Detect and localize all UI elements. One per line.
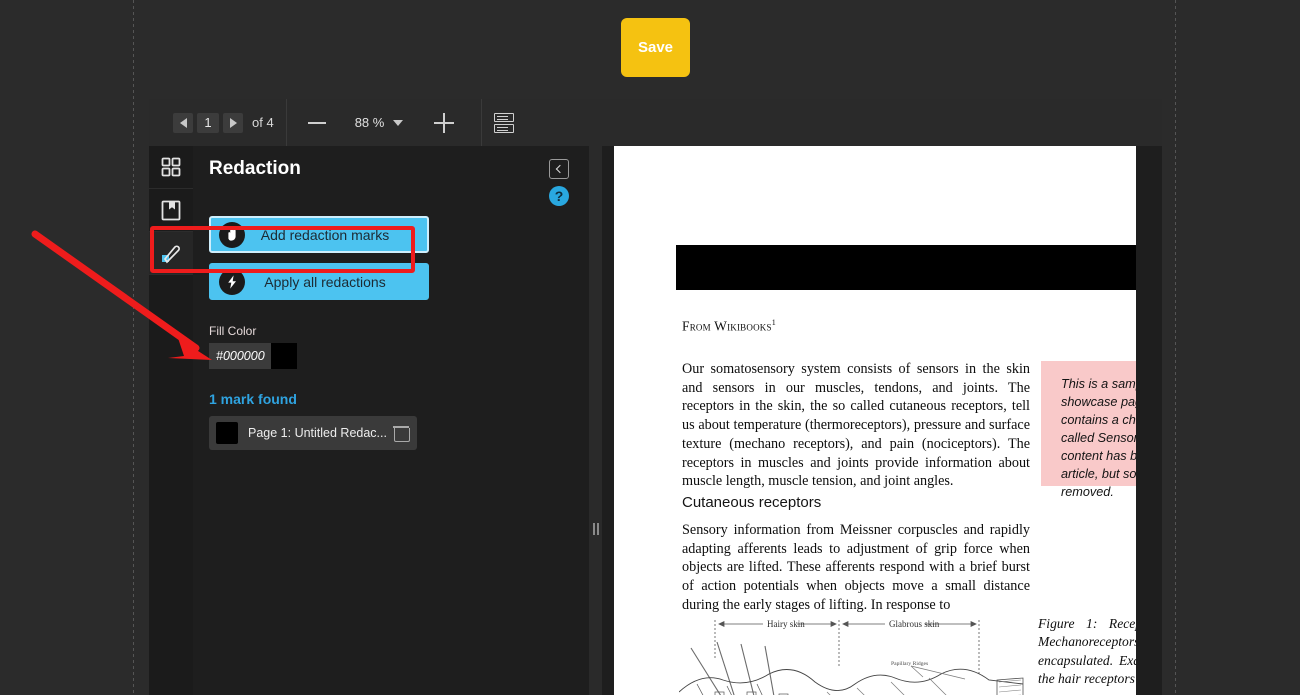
rail-item-bookmarks[interactable] [149,189,193,232]
footnote-marker: 1 [771,318,776,327]
total-pages-label: of 4 [252,115,274,130]
pdf-editor-window: 1 of 4 88 % Redaction ? Add redaction ma… [149,99,1162,695]
page-title: Redaction [209,158,301,179]
callout-text: This is a sample document to showcase pa… [1061,377,1136,500]
figure-label-papillary-ridges: Papillary Ridges [891,661,928,667]
hand-stop-icon [219,221,245,248]
fill-color-label: Fill Color [209,324,257,338]
figure-label-glabrous-skin: Glabrous skin [889,619,940,629]
next-page-button[interactable] [223,112,243,133]
apply-all-redactions-button[interactable]: Apply all redactions [209,263,429,300]
triangle-left-icon [179,117,187,128]
skin-receptors-diagram: Hairy skin Glabrous skin Papillary Ridge… [678,619,1024,695]
document-heading-cutaneous-receptors: Cutaneous receptors [682,494,822,511]
zoom-out-button[interactable] [305,111,329,135]
add-redaction-marks-label: Add redaction marks [260,226,390,243]
document-figure-1: Hairy skin Glabrous skin Papillary Ridge… [678,614,1024,695]
document-source-line: From Wikibooks1 [682,318,776,335]
current-page-input[interactable]: 1 [197,112,219,133]
list-item[interactable]: Page 1: Untitled Redac... [209,416,417,450]
document-callout-box: This is a sample document to showcase pa… [1041,361,1136,499]
panel-actions: Add redaction marks Apply all redactions [193,206,589,300]
app-window: Save 1 of 4 88 % Redaction ? Add redacti… [0,0,1300,695]
zoom-group: 88 % [287,99,470,146]
panel-splitter[interactable] [589,146,602,695]
marks-found-label: 1 mark found [209,391,297,407]
page-layout-icon[interactable] [494,112,515,133]
fill-color-swatch[interactable] [271,343,297,369]
tool-rail [149,146,193,695]
zoom-in-button[interactable] [431,110,457,136]
triangle-right-icon [229,117,237,128]
fill-color-input[interactable] [209,343,271,369]
mark-name-label: Page 1: Untitled Redac... [248,426,387,440]
figure-caption: Figure 1: Receptors in the human skin: M… [1038,616,1136,687]
collapse-panel-button[interactable] [549,159,569,179]
figure-label-hairy-skin: Hairy skin [767,619,805,629]
redaction-mark-title[interactable] [676,245,1136,290]
panel-header: Redaction [193,146,589,180]
pdf-page-1[interactable]: From Wikibooks1 Our somatosensory system… [614,146,1136,695]
add-redaction-marks-button[interactable]: Add redaction marks [209,216,429,253]
drag-handle-icon[interactable] [593,523,599,535]
viewer-toolbar: 1 of 4 88 % [149,99,1162,146]
bookmark-book-icon [161,200,181,220]
lightning-bolt-icon [219,268,245,295]
apply-all-redactions-label: Apply all redactions [264,273,386,290]
page-guide-left [133,0,134,695]
chevron-down-icon[interactable] [393,119,404,126]
document-paragraph-1: Our somatosensory system consists of sen… [682,361,1030,490]
page-navigation-group: 1 of 4 [149,99,286,146]
help-row: ? [193,180,589,206]
redaction-panel: Redaction ? Add redaction marks Apply al… [193,146,589,695]
redaction-pen-icon [162,245,180,264]
question-mark-icon[interactable]: ? [549,186,569,206]
mark-color-swatch [216,422,238,444]
fill-color-field [209,343,297,369]
grid-thumbnails-icon [161,157,181,177]
document-viewer: From Wikibooks1 Our somatosensory system… [602,146,1162,695]
document-paragraph-2: Sensory information from Meissner corpus… [682,522,1030,613]
source-text: From Wikibooks [682,318,772,334]
trash-icon[interactable] [393,425,410,442]
zoom-level-value[interactable]: 88 % [355,115,385,130]
rail-item-thumbnails[interactable] [149,146,193,189]
previous-page-button[interactable] [173,112,193,133]
page-guide-right [1175,0,1176,695]
rail-item-redaction[interactable] [149,232,193,275]
chevron-left-icon [555,164,565,174]
save-button[interactable]: Save [621,18,690,77]
page-layout-group [482,99,526,146]
